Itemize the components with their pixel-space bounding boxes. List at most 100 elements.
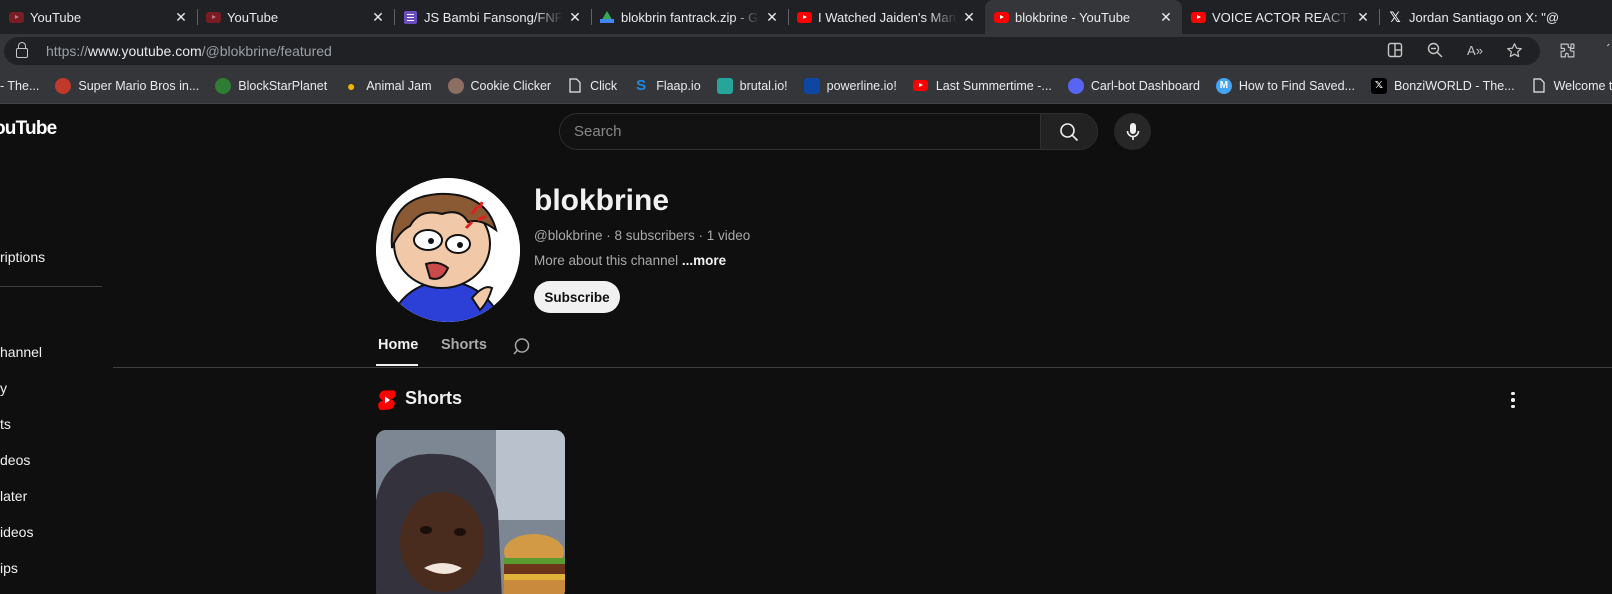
- lock-icon[interactable]: [16, 42, 28, 58]
- bookmark-label: BonziWORLD - The...: [1393, 78, 1515, 93]
- more-options-icon[interactable]: [1506, 388, 1520, 412]
- mario-icon: [55, 77, 72, 94]
- cookie-icon: [447, 77, 464, 94]
- sidebar-item-watch-later[interactable]: later: [0, 488, 27, 504]
- browser-tab[interactable]: VOICE ACTOR REACTS: B ✕: [1182, 0, 1379, 34]
- browser-tab-title: I Watched Jaiden's Mario: [818, 9, 957, 25]
- powerline-icon: [803, 77, 820, 94]
- bookmark-label: Click: [590, 78, 618, 93]
- x-icon: 𝕏: [1370, 77, 1387, 94]
- tab-shorts[interactable]: Shorts: [441, 337, 487, 353]
- bookmark-item[interactable]: powerline.io!: [796, 73, 905, 99]
- channel-meta: @blokbrine · 8 subscribers · 1 video: [534, 228, 751, 243]
- sidebar-item-history[interactable]: y: [0, 380, 7, 396]
- browser-tab-title: blokbrin fantrack.zip - Google Drive: [621, 9, 760, 25]
- bookmark-label: powerline.io!: [826, 78, 897, 93]
- url-text[interactable]: https://www.youtube.com/@blokbrine/featu…: [46, 43, 332, 59]
- star-icon[interactable]: [1505, 42, 1523, 60]
- search-button[interactable]: [1040, 114, 1097, 149]
- bookmark-item[interactable]: Welcome to Sky!: [1523, 73, 1612, 99]
- close-icon[interactable]: ✕: [370, 9, 386, 26]
- sidebar-item-playlists[interactable]: ts: [0, 416, 11, 432]
- bookmark-item[interactable]: 𝕏 BonziWORLD - The...: [1363, 73, 1523, 99]
- bookmark-item[interactable]: BlockStarPlanet: [207, 73, 335, 99]
- video-thumbnail-image: [376, 430, 565, 594]
- close-icon[interactable]: ✕: [1158, 9, 1174, 26]
- bookmark-label: - The...: [0, 78, 40, 93]
- browser-tab[interactable]: I Watched Jaiden's Mario ✕: [788, 0, 985, 34]
- browser-toolbar: https://www.youtube.com/@blokbrine/featu…: [0, 34, 1612, 68]
- browser-tab[interactable]: blokbrin fantrack.zip - Google Drive ✕: [591, 0, 788, 34]
- list-doc-icon: [402, 10, 418, 24]
- browser-tab[interactable]: YouTube ✕: [0, 0, 197, 34]
- sidebar-item-your-videos[interactable]: deos: [0, 452, 30, 468]
- youtube-icon: [993, 10, 1009, 24]
- youtube-logo[interactable]: ouTube: [0, 118, 57, 140]
- bookmark-item[interactable]: brutal.io!: [709, 73, 796, 99]
- sidebar-item-your-channel[interactable]: hannel: [0, 344, 42, 360]
- bookmark-item[interactable]: ● Animal Jam: [335, 73, 439, 99]
- youtube-icon: [1190, 10, 1206, 24]
- sidebar-item-subscriptions[interactable]: riptions: [0, 249, 45, 265]
- bookmark-item[interactable]: Click: [559, 73, 625, 99]
- bookmark-item[interactable]: M How to Find Saved...: [1208, 73, 1363, 99]
- browser-tab-title: blokbrine - YouTube: [1015, 9, 1131, 25]
- subscribe-button[interactable]: Subscribe: [534, 281, 620, 313]
- bookmarks-bar: - The... Super Mario Bros in... BlockSta…: [0, 68, 1612, 104]
- shorts-icon: [378, 389, 396, 411]
- link-icon: [716, 77, 733, 94]
- bookmark-label: Cookie Clicker: [470, 78, 552, 93]
- bookmark-item[interactable]: - The...: [0, 73, 47, 99]
- youtube-icon: [913, 78, 929, 94]
- browser-tab-title: Jordan Santiago on X: "@: [1409, 9, 1560, 25]
- youtube-icon: [8, 10, 24, 24]
- browser-tab-title: YouTube: [30, 9, 82, 25]
- close-icon[interactable]: ✕: [1355, 9, 1371, 26]
- browser-tab-title: VOICE ACTOR REACTS: B: [1212, 9, 1351, 25]
- channel-about-link[interactable]: More about this channel ...more: [534, 253, 726, 268]
- more-link[interactable]: ...more: [682, 253, 726, 268]
- sidebar-divider: [0, 286, 102, 287]
- google-drive-icon: [599, 10, 615, 24]
- page-icon: [567, 78, 583, 94]
- shelf-title: Shorts: [405, 388, 463, 408]
- cartoon-avatar-icon: [376, 178, 520, 322]
- channel-avatar[interactable]: [376, 178, 520, 322]
- bookmark-label: Super Mario Bros in...: [78, 78, 200, 93]
- bookmark-label: Welcome to Sky!: [1553, 78, 1612, 93]
- browser-tab[interactable]: YouTube ✕: [197, 0, 394, 34]
- browser-tab-active[interactable]: blokbrine - YouTube ✕: [985, 0, 1182, 34]
- search-input[interactable]: [560, 114, 1040, 149]
- read-aloud-icon[interactable]: A»: [1466, 42, 1484, 60]
- short-thumbnail[interactable]: [376, 430, 565, 594]
- tab-home[interactable]: Home: [378, 337, 418, 353]
- close-icon[interactable]: ✕: [961, 9, 977, 26]
- search-icon: [1060, 122, 1079, 141]
- bookmark-item[interactable]: Last Summertime -...: [905, 73, 1060, 99]
- sidebar-item-liked-videos[interactable]: ideos: [0, 524, 33, 540]
- bookmark-item[interactable]: Super Mario Bros in...: [47, 73, 207, 99]
- bookmark-item[interactable]: Carl-bot Dashboard: [1060, 73, 1208, 99]
- address-bar[interactable]: https://www.youtube.com/@blokbrine/featu…: [4, 37, 1540, 65]
- close-icon[interactable]: ✕: [173, 9, 189, 26]
- bookmark-label: Animal Jam: [366, 78, 432, 93]
- paw-icon: ●: [346, 77, 356, 94]
- bookmark-label: Last Summertime -...: [935, 78, 1052, 93]
- bookmark-item[interactable]: S Flaap.io: [625, 73, 708, 99]
- favorites-icon[interactable]: [1598, 42, 1612, 60]
- channel-name: blokbrine: [534, 184, 670, 217]
- browser-tab-strip: YouTube ✕ YouTube ✕ JS Bambi Fansong/FNF…: [0, 0, 1612, 34]
- close-icon[interactable]: ✕: [764, 9, 780, 26]
- zoom-out-icon[interactable]: [1426, 42, 1444, 60]
- bookmark-item[interactable]: Cookie Clicker: [440, 73, 560, 99]
- discord-icon: [1067, 77, 1084, 94]
- sidebar-item-your-clips[interactable]: ips: [0, 560, 18, 576]
- browser-tab[interactable]: 𝕏 Jordan Santiago on X: "@ ✕: [1379, 0, 1612, 34]
- voice-search-button[interactable]: [1114, 113, 1151, 150]
- channel-search-icon[interactable]: [513, 337, 533, 357]
- browser-tab[interactable]: JS Bambi Fansong/FNF Song ✕: [394, 0, 591, 34]
- close-icon[interactable]: ✕: [567, 9, 583, 26]
- split-screen-icon[interactable]: [1386, 42, 1404, 60]
- extensions-icon[interactable]: [1558, 42, 1576, 60]
- bookmark-label: Carl-bot Dashboard: [1090, 78, 1200, 93]
